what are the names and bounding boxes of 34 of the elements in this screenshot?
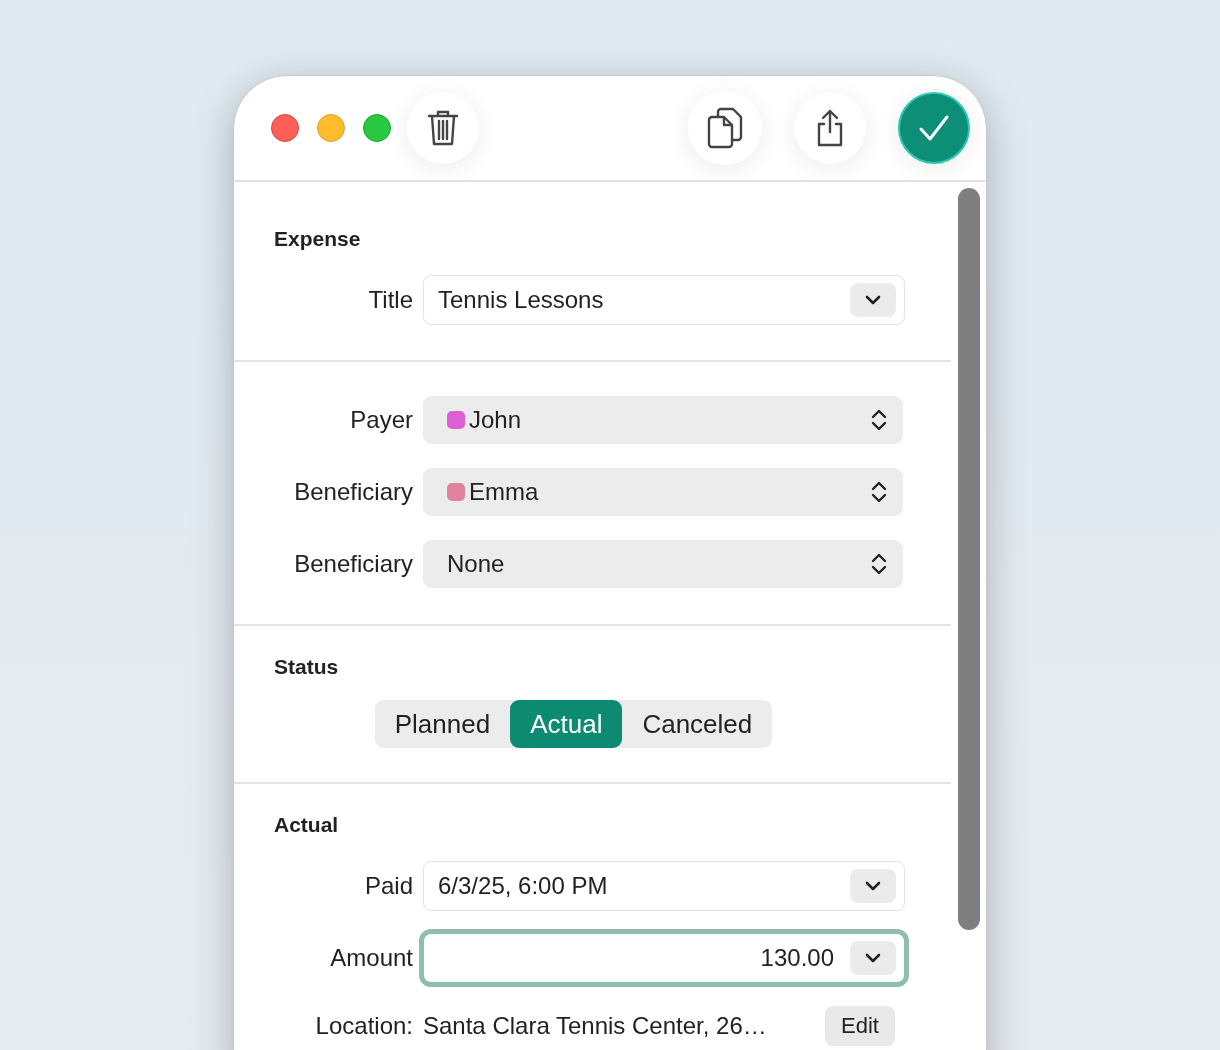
section-heading: Expense — [274, 226, 362, 252]
chevron-down-icon — [865, 295, 881, 305]
scrollbar-thumb[interactable] — [957, 188, 980, 930]
close-button[interactable] — [271, 114, 299, 142]
up-down-chevron-icon — [871, 481, 887, 503]
field-label: Payer — [349, 406, 414, 434]
checkmark-icon — [918, 114, 950, 142]
section-heading: Status — [274, 654, 340, 680]
chevron-down-icon — [865, 953, 881, 963]
field-label: Amount — [329, 944, 414, 972]
popup-button[interactable]: None — [423, 540, 903, 588]
up-down-chevron-icon — [871, 409, 887, 431]
segment-button[interactable]: Actual — [510, 700, 623, 748]
trash-icon — [427, 109, 459, 147]
field-label: Beneficiary — [293, 478, 414, 506]
segment-button[interactable]: Canceled — [622, 700, 773, 748]
zoom-button[interactable] — [363, 114, 391, 142]
section-heading: Actual — [274, 812, 340, 838]
field-label: Paid — [363, 872, 414, 900]
documents-icon — [707, 107, 743, 149]
segment-button[interactable]: Planned — [374, 700, 511, 748]
field-label: Title — [367, 286, 414, 314]
combo-field[interactable]: 130.00 — [419, 929, 909, 987]
combo-field[interactable]: 6/3/25, 6:00 PM — [423, 861, 905, 911]
up-down-chevron-icon — [871, 553, 887, 575]
popup-button[interactable]: Emma — [423, 468, 903, 516]
chevron-down-icon — [865, 881, 881, 891]
edit-button[interactable]: Edit — [825, 1006, 895, 1046]
minimize-button[interactable] — [317, 114, 345, 142]
location-text: Santa Clara Tennis Center, 26… — [423, 1012, 768, 1040]
field-label: Beneficiary — [293, 550, 414, 578]
field-label: Location: — [314, 1012, 414, 1040]
combo-field[interactable]: Tennis Lessons — [423, 275, 905, 325]
popup-button[interactable]: John — [423, 396, 903, 444]
